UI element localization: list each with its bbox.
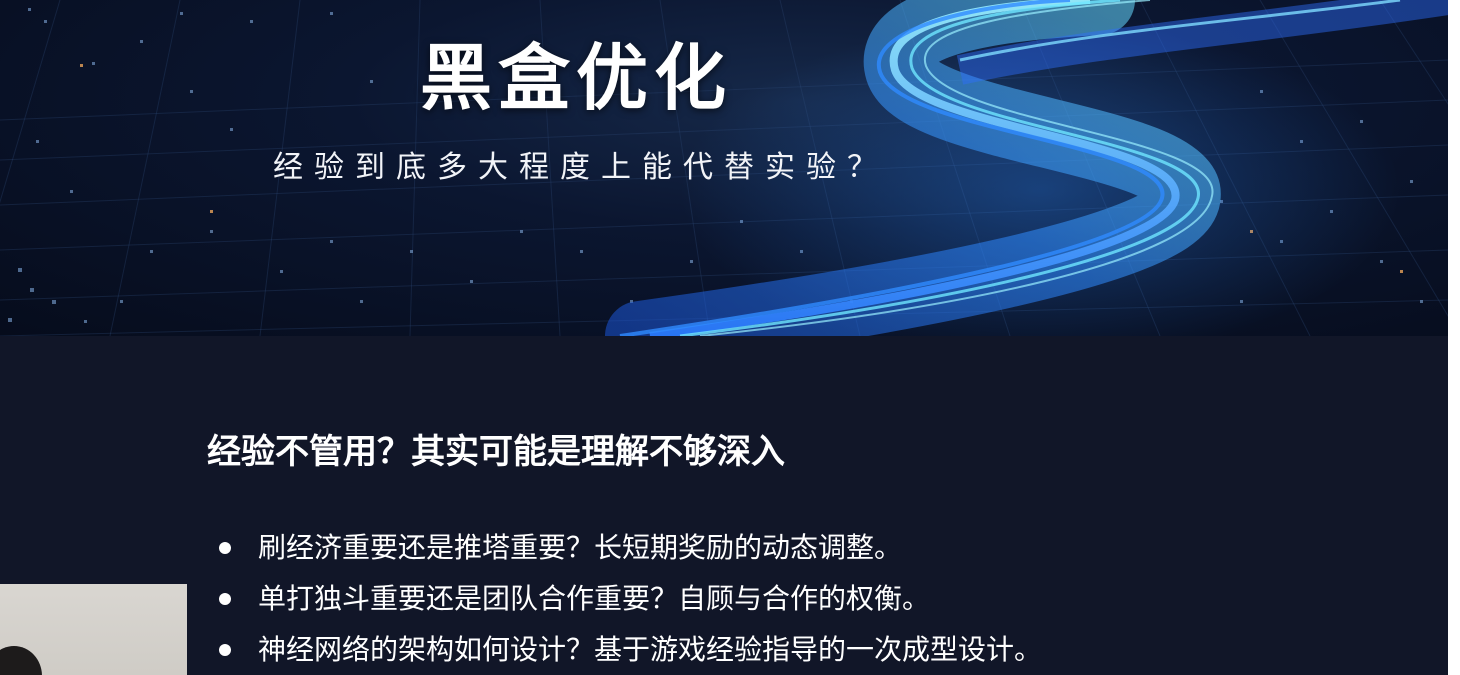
bullet-dot-icon <box>219 592 231 605</box>
bullet-dot-icon <box>219 643 231 656</box>
presenter-head <box>0 646 42 675</box>
bullet-text: 神经网络的架构如何设计？基于游戏经验指导的一次成型设计。 <box>258 632 1043 666</box>
window-margin <box>1448 0 1460 675</box>
list-item: 神经网络的架构如何设计？基于游戏经验指导的一次成型设计。 <box>213 624 1042 675</box>
presentation-slide: 黑盒优化 经验到底多大程度上能代替实验？ 经验不管用？其实可能是理解不够深入 刷… <box>0 0 1448 675</box>
list-item: 刷经济重要还是推塔重要？长短期奖励的动态调整。 <box>213 522 1042 573</box>
banner-subtitle: 经验到底多大程度上能代替实验？ <box>273 150 888 185</box>
banner: 黑盒优化 经验到底多大程度上能代替实验？ <box>0 0 1448 336</box>
section-heading: 经验不管用？其实可能是理解不够深入 <box>207 432 785 472</box>
bullet-text: 单打独斗重要还是团队合作重要？自顾与合作的权衡。 <box>258 581 931 615</box>
bullet-dot-icon <box>219 541 231 554</box>
banner-title: 黑盒优化 <box>420 36 733 120</box>
bullet-list: 刷经济重要还是推塔重要？长短期奖励的动态调整。 单打独斗重要还是团队合作重要？自… <box>213 522 1042 675</box>
list-item: 单打独斗重要还是团队合作重要？自顾与合作的权衡。 <box>213 573 1042 624</box>
webcam-overlay <box>0 584 187 675</box>
bullet-text: 刷经济重要还是推塔重要？长短期奖励的动态调整。 <box>258 530 903 564</box>
